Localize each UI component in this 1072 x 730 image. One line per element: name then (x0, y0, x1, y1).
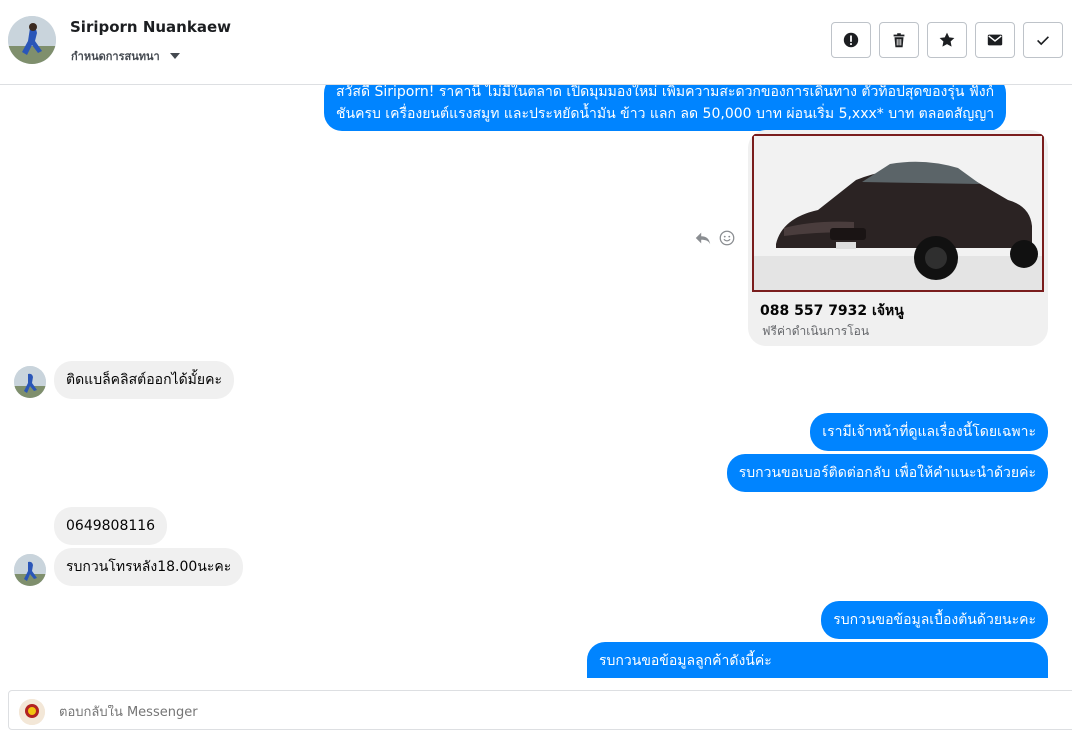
caret-down-icon (169, 53, 180, 59)
page-avatar (19, 699, 45, 725)
message-text: ชันครบ เครื่องยนต์แรงสมูท และประหยัดน้ำม… (336, 106, 995, 122)
reply-composer (8, 690, 1072, 730)
message-text: รบกวนขอเบอร์ติดต่อกลับ เพื่อให้คำแนะนำด้… (738, 465, 1036, 481)
attachment-card[interactable]: 088 557 7932 เจ้หนู ฟรีค่าดำเนินการโอน (748, 130, 1048, 346)
outgoing-message[interactable]: เรามีเจ้าหน้าที่ดูแลเรื่องนี้โดยเฉพาะ (810, 413, 1048, 451)
contact-avatar[interactable] (8, 16, 56, 64)
contact-avatar-small (14, 554, 46, 586)
mark-done-button[interactable] (1023, 22, 1063, 58)
trash-icon (893, 33, 905, 48)
message-text: ติดแบล็คลิสต์ออกได้มั้ยคะ (66, 372, 222, 388)
message-text: สวัสดี Siriporn! ราคานี้ ไม่มีในตลาด เปิ… (336, 85, 995, 100)
card-title: 088 557 7932 เจ้หนู (760, 303, 904, 319)
header-toolbar (831, 22, 1063, 58)
message-text: เรามีเจ้าหน้าที่ดูแลเรื่องนี้โดยเฉพาะ (822, 424, 1036, 440)
outgoing-message[interactable]: รบกวนขอข้อมูลลูกค้าดังนี้ค่ะ (587, 642, 1048, 678)
star-button[interactable] (927, 22, 967, 58)
message-actions (694, 229, 736, 247)
smiley-icon[interactable] (718, 229, 736, 247)
message-text: รบกวนขอข้อมูลเบื้องต้นด้วยนะคะ (833, 612, 1036, 628)
reply-icon[interactable] (694, 229, 712, 247)
message-thread[interactable]: สวัสดี Siriporn! ราคานี้ ไม่มีในตลาด เปิ… (0, 85, 1072, 678)
incoming-message[interactable]: ติดแบล็คลิสต์ออกได้มั้ยคะ (54, 361, 234, 399)
message-text: รบกวนขอข้อมูลลูกค้าดังนี้ค่ะ (599, 653, 772, 669)
contact-avatar-small (14, 366, 46, 398)
envelope-icon (987, 34, 1003, 46)
conversation-header: Siriporn Nuankaew กำหนดการสนทนา (0, 0, 1072, 85)
alert-icon (843, 32, 859, 48)
mark-unread-button[interactable] (975, 22, 1015, 58)
outgoing-message[interactable]: รบกวนขอเบอร์ติดต่อกลับ เพื่อให้คำแนะนำด้… (726, 454, 1048, 492)
mark-spam-button[interactable] (831, 22, 871, 58)
conversation-options-label: กำหนดการสนทนา (71, 50, 160, 63)
outgoing-message[interactable]: รบกวนขอข้อมูลเบื้องต้นด้วยนะคะ (821, 601, 1048, 639)
delete-button[interactable] (879, 22, 919, 58)
message-text: 0649808116 (66, 518, 156, 534)
conversation-options-dropdown[interactable]: กำหนดการสนทนา (71, 47, 180, 65)
message-text: รบกวนโทรหลัง18.00นะคะ (66, 559, 232, 575)
outgoing-message-intro[interactable]: สวัสดี Siriporn! ราคานี้ ไม่มีในตลาด เปิ… (324, 85, 1007, 131)
star-icon (939, 32, 955, 47)
contact-name[interactable]: Siriporn Nuankaew (70, 18, 231, 36)
incoming-message[interactable]: รบกวนโทรหลัง18.00นะคะ (54, 548, 244, 586)
check-icon (1037, 36, 1049, 46)
car-image[interactable] (752, 134, 1044, 292)
reply-input[interactable] (59, 705, 659, 720)
incoming-message[interactable]: 0649808116 (54, 507, 168, 545)
card-subtitle: ฟรีค่าดำเนินการโอน (762, 324, 870, 338)
